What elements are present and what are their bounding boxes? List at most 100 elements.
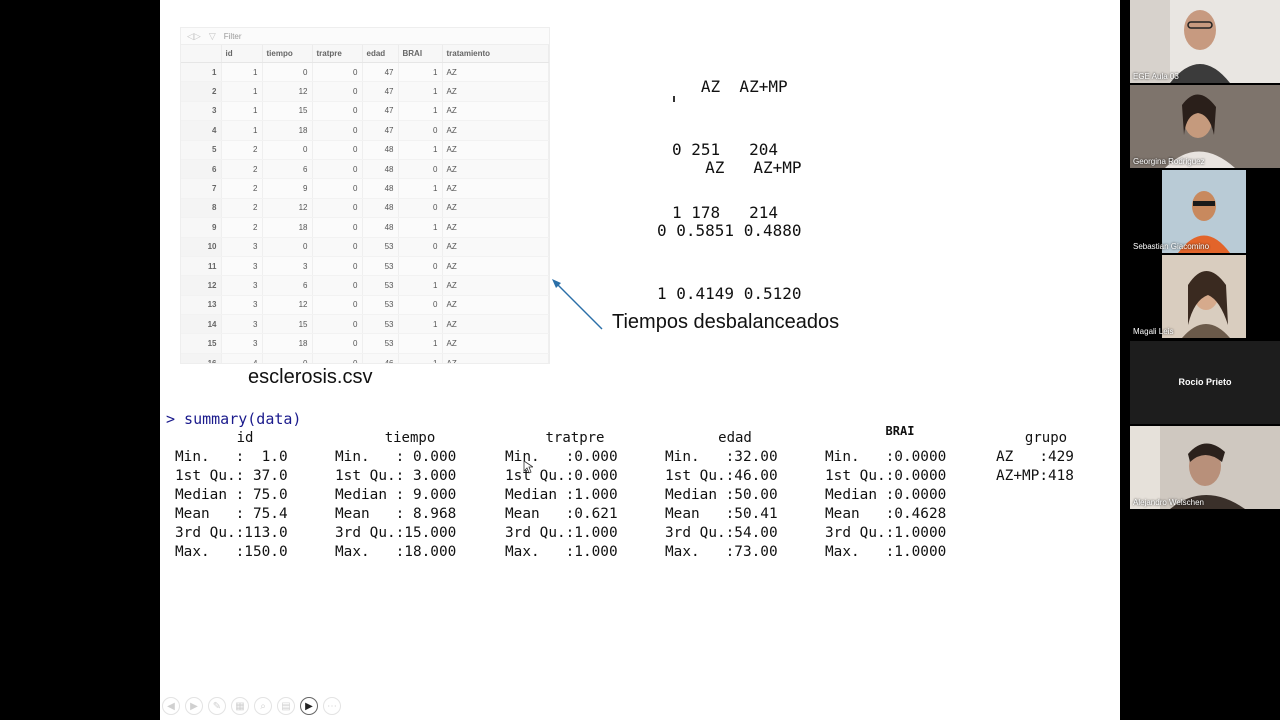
table-cell: 1	[398, 217, 443, 238]
table-cell: 6	[262, 159, 313, 180]
table-cell: 48	[362, 198, 399, 219]
table-cell: 53	[362, 256, 399, 277]
participant-name: Magali Leis	[1133, 327, 1174, 336]
summary-line: 3rd Qu.:113.0	[175, 525, 288, 541]
table-cell: AZ	[442, 81, 549, 102]
row-number-header[interactable]	[181, 45, 222, 63]
summary-line: 3rd Qu.:54.00	[665, 525, 778, 541]
table-cell: 1	[221, 62, 263, 83]
table-cell: 1	[398, 353, 443, 363]
summary-line: AZ+MP:418	[996, 468, 1074, 484]
zoom-icon[interactable]: ⌕	[254, 697, 272, 715]
table-cell: 2	[221, 178, 263, 199]
column-header[interactable]: edad	[362, 45, 399, 63]
summary-header: edad	[718, 430, 752, 446]
table-cell: 0	[262, 62, 313, 83]
table-row: 12 3 6 0 53 1 AZ	[181, 275, 549, 296]
data-viewer-screenshot: ◁▷ ▽ Filter id tiempo tratpre edad BRAI trata…	[180, 27, 550, 364]
pen-icon[interactable]: ✎	[208, 697, 226, 715]
table-cell: 0	[398, 295, 443, 316]
presentation-slide: ◁▷ ▽ Filter id tiempo tratpre edad BRAI trata…	[160, 0, 1120, 720]
table-cell: 53	[362, 275, 399, 296]
console-command: > summary(data)	[166, 410, 302, 428]
column-header[interactable]: BRAI	[398, 45, 443, 63]
summary-line: Min. :32.00	[665, 449, 778, 465]
table-cell: 0	[398, 159, 443, 180]
table-cell: 0	[312, 333, 363, 354]
summary-line: Median :1.000	[505, 487, 618, 503]
table-cell: 1	[398, 178, 443, 199]
table-cell: 9	[262, 178, 313, 199]
table-cell: 2	[221, 159, 263, 180]
summary-line: Min. : 1.0	[175, 449, 288, 465]
participant-tile[interactable]: Georgina Rodriguez	[1130, 85, 1280, 168]
table-cell: 46	[362, 353, 399, 363]
filter-label: Filter	[223, 31, 242, 41]
table-cell: 2	[221, 198, 263, 219]
table-cell: 47	[362, 120, 399, 141]
participant-video	[1130, 255, 1280, 338]
next-slide-icon[interactable]: ▶	[185, 697, 203, 715]
column-header[interactable]: id	[221, 45, 263, 63]
table-row: 16 4 0 0 46 1 AZ	[181, 353, 549, 363]
participant-video	[1130, 426, 1280, 509]
more-options-icon[interactable]: ⋯	[323, 697, 341, 715]
table-cell: AZ	[442, 237, 549, 257]
row-number: 14	[181, 314, 222, 335]
table-cell: 48	[362, 140, 399, 160]
row-number: 4	[181, 120, 222, 141]
summary-column-tiempo: tiempo Min. : 0.000 1st Qu.: 3.000 Media…	[335, 428, 485, 562]
table-cell: 3	[221, 295, 263, 316]
table-cell: AZ	[442, 120, 549, 141]
table-cell: AZ	[442, 256, 549, 277]
table-row: 1 1 0 0 47 1 AZ	[181, 62, 549, 83]
row-number: 13	[181, 295, 222, 316]
summary-line: Max. :150.0	[175, 544, 288, 560]
table-cell: 0	[262, 237, 313, 257]
column-header[interactable]: tratpre	[312, 45, 363, 63]
participant-tile[interactable]: Alejandro Welschen	[1130, 426, 1280, 509]
participant-tile[interactable]: Magali Leis	[1130, 255, 1280, 338]
filter-icon: ▽	[208, 30, 216, 41]
table-row: 15 3 18 0 53 1 AZ	[181, 333, 549, 354]
summary-line: Mean :0.4628	[825, 506, 947, 522]
summary-header: tratpre	[545, 430, 605, 446]
summary-line: 3rd Qu.:15.000	[335, 525, 457, 541]
table-cell: 0	[312, 101, 363, 122]
table-cell: 0	[312, 353, 363, 363]
participant-name: Sebastian Giacomino	[1133, 242, 1210, 251]
table-cell: AZ	[442, 198, 549, 219]
subtitles-icon[interactable]: ▤	[277, 697, 295, 715]
participant-tile[interactable]: EGE Aula 03	[1130, 0, 1280, 83]
row-number: 10	[181, 237, 222, 257]
table-cell: 48	[362, 178, 399, 199]
table-cell: 1	[221, 120, 263, 141]
previous-slide-icon[interactable]: ◀	[162, 697, 180, 715]
table-cell: 1	[398, 314, 443, 335]
table-cell: 0	[398, 120, 443, 141]
dataset-filename: esclerosis.csv	[248, 366, 373, 388]
slides-grid-icon[interactable]: ▦	[231, 697, 249, 715]
table-cell: 47	[362, 101, 399, 122]
table-cell: 18	[262, 333, 313, 354]
participant-tile[interactable]: Sebastian Giacomino	[1130, 170, 1280, 253]
table-cell: 6	[262, 275, 313, 296]
participant-tile[interactable]: Rocio Prieto	[1130, 341, 1280, 424]
column-header[interactable]: tratamiento	[442, 45, 549, 63]
table-row: 4 1 18 0 47 0 AZ	[181, 120, 549, 141]
table-cell: AZ	[442, 314, 549, 335]
table-cell: 0	[312, 217, 363, 238]
crosstab-props-header: AZ AZ+MP	[657, 158, 802, 177]
annotation-arrow	[552, 279, 603, 330]
table-cell: 3	[262, 256, 313, 277]
table-cell: AZ	[442, 62, 549, 83]
table-cell: 2	[221, 140, 263, 160]
table-cell: 47	[362, 62, 399, 83]
table-cell: 1	[221, 101, 263, 122]
camera-icon[interactable]: ▶	[300, 697, 318, 715]
table-row: 14 3 15 0 53 1 AZ	[181, 314, 549, 335]
column-header[interactable]: tiempo	[262, 45, 313, 63]
table-cell: 0	[398, 237, 443, 257]
table-cell: 1	[398, 62, 443, 83]
table-row: 13 3 12 0 53 0 AZ	[181, 295, 549, 316]
